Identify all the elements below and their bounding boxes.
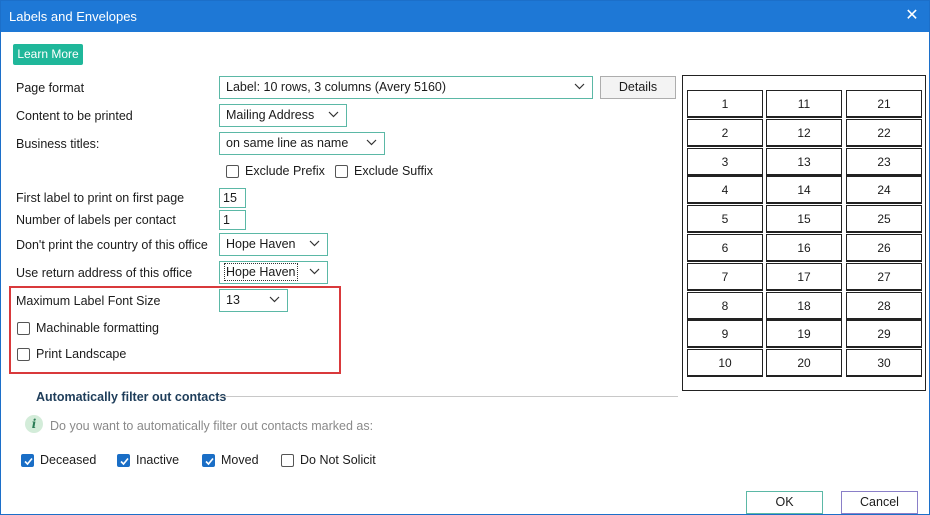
filter-do-not-solicit-checkbox[interactable]: Do Not Solicit xyxy=(281,453,376,467)
return-address-label: Use return address of this office xyxy=(16,266,193,280)
label-cell: 4 xyxy=(687,176,763,204)
content-value: Mailing Address xyxy=(226,108,315,122)
label-cell: 29 xyxy=(846,320,922,348)
landscape-label: Print Landscape xyxy=(36,347,127,361)
no-country-label: Don't print the country of this office xyxy=(16,238,208,252)
label-cell: 16 xyxy=(766,234,842,262)
cancel-button[interactable]: Cancel xyxy=(841,491,918,514)
label-cell: 8 xyxy=(687,292,763,320)
do-not-solicit-label: Do Not Solicit xyxy=(300,453,376,467)
filter-section-title: Automatically filter out contacts xyxy=(36,390,227,404)
label-cell: 7 xyxy=(687,263,763,291)
inactive-label: Inactive xyxy=(136,453,180,467)
moved-label: Moved xyxy=(221,453,259,467)
close-icon[interactable]: ✕ xyxy=(899,4,925,28)
max-font-select[interactable]: 13 xyxy=(219,289,288,312)
details-button[interactable]: Details xyxy=(600,76,676,99)
label-cell: 12 xyxy=(766,119,842,147)
content-select[interactable]: Mailing Address xyxy=(219,104,347,127)
window-title: Labels and Envelopes xyxy=(9,9,137,24)
label-cell: 13 xyxy=(766,148,842,176)
business-titles-select[interactable]: on same line as name xyxy=(219,132,385,155)
label-layout-grid: 1 2 3 4 5 6 7 8 9 10 11 12 13 14 15 16 1… xyxy=(682,75,926,391)
checkbox-box xyxy=(21,453,34,467)
no-country-select[interactable]: Hope Haven xyxy=(219,233,328,256)
chevron-down-icon xyxy=(269,290,281,311)
label-cell: 18 xyxy=(766,292,842,320)
first-label-label: First label to print on first page xyxy=(16,191,185,205)
label-cell: 17 xyxy=(766,263,842,291)
section-divider xyxy=(218,396,678,397)
label-cell: 6 xyxy=(687,234,763,262)
chevron-down-icon xyxy=(574,77,586,98)
exclude-prefix-label: Exclude Prefix xyxy=(245,164,325,178)
checkbox-box xyxy=(202,453,215,467)
checkbox-box xyxy=(17,347,30,361)
machinable-checkbox[interactable]: Machinable formatting xyxy=(17,321,159,335)
business-titles-value: on same line as name xyxy=(226,136,349,150)
title-bar: Labels and Envelopes ✕ xyxy=(1,1,929,32)
filter-deceased-checkbox[interactable]: Deceased xyxy=(21,453,96,467)
filter-inactive-checkbox[interactable]: Inactive xyxy=(117,453,179,467)
label-cell: 21 xyxy=(846,90,922,118)
checkbox-box xyxy=(117,453,130,467)
return-address-select[interactable]: Hope Haven xyxy=(219,261,328,284)
first-label-input[interactable]: 15 xyxy=(219,188,246,208)
business-titles-label: Business titles: xyxy=(16,137,100,151)
chevron-down-icon xyxy=(309,262,321,283)
label-cell: 22 xyxy=(846,119,922,147)
info-icon: i xyxy=(25,415,43,433)
label-cell: 15 xyxy=(766,205,842,233)
no-country-value: Hope Haven xyxy=(226,237,296,251)
label-cell: 25 xyxy=(846,205,922,233)
label-cell: 24 xyxy=(846,176,922,204)
exclude-suffix-label: Exclude Suffix xyxy=(354,164,433,178)
label-cell: 3 xyxy=(687,148,763,176)
checkbox-box xyxy=(17,321,30,335)
content-label: Content to be printed xyxy=(16,109,133,123)
chevron-down-icon xyxy=(328,105,340,126)
labels-per-contact-input[interactable]: 1 xyxy=(219,210,246,230)
landscape-checkbox[interactable]: Print Landscape xyxy=(17,347,126,361)
label-cell: 27 xyxy=(846,263,922,291)
label-cell: 5 xyxy=(687,205,763,233)
label-cell: 14 xyxy=(766,176,842,204)
labels-per-contact-label: Number of labels per contact xyxy=(16,213,176,227)
label-cell: 26 xyxy=(846,234,922,262)
chevron-down-icon xyxy=(309,234,321,255)
checkbox-box xyxy=(281,453,294,467)
label-cell: 30 xyxy=(846,349,922,377)
label-cell: 28 xyxy=(846,292,922,320)
chevron-down-icon xyxy=(366,133,378,154)
label-cell: 1 xyxy=(687,90,763,118)
label-cell: 19 xyxy=(766,320,842,348)
checkbox-box xyxy=(335,164,348,178)
exclude-prefix-checkbox[interactable]: Exclude Prefix xyxy=(226,164,325,178)
ok-button[interactable]: OK xyxy=(746,491,823,514)
page-format-value: Label: 10 rows, 3 columns (Avery 5160) xyxy=(226,80,447,94)
max-font-value: 13 xyxy=(226,293,240,307)
label-cell: 9 xyxy=(687,320,763,348)
label-cell: 23 xyxy=(846,148,922,176)
label-cell: 2 xyxy=(687,119,763,147)
checkbox-box xyxy=(226,164,239,178)
learn-more-button[interactable]: Learn More xyxy=(13,44,83,65)
label-cell: 11 xyxy=(766,90,842,118)
filter-moved-checkbox[interactable]: Moved xyxy=(202,453,259,467)
page-format-label: Page format xyxy=(16,81,85,95)
exclude-suffix-checkbox[interactable]: Exclude Suffix xyxy=(335,164,433,178)
return-address-value: Hope Haven xyxy=(224,263,298,281)
machinable-label: Machinable formatting xyxy=(36,321,159,335)
label-cell: 10 xyxy=(687,349,763,377)
labels-envelopes-dialog: Labels and Envelopes ✕ Learn More Page f… xyxy=(0,0,930,515)
filter-question: Do you want to automatically filter out … xyxy=(50,419,374,433)
max-font-label: Maximum Label Font Size xyxy=(16,294,161,308)
deceased-label: Deceased xyxy=(40,453,97,467)
label-cell: 20 xyxy=(766,349,842,377)
page-format-select[interactable]: Label: 10 rows, 3 columns (Avery 5160) xyxy=(219,76,593,99)
